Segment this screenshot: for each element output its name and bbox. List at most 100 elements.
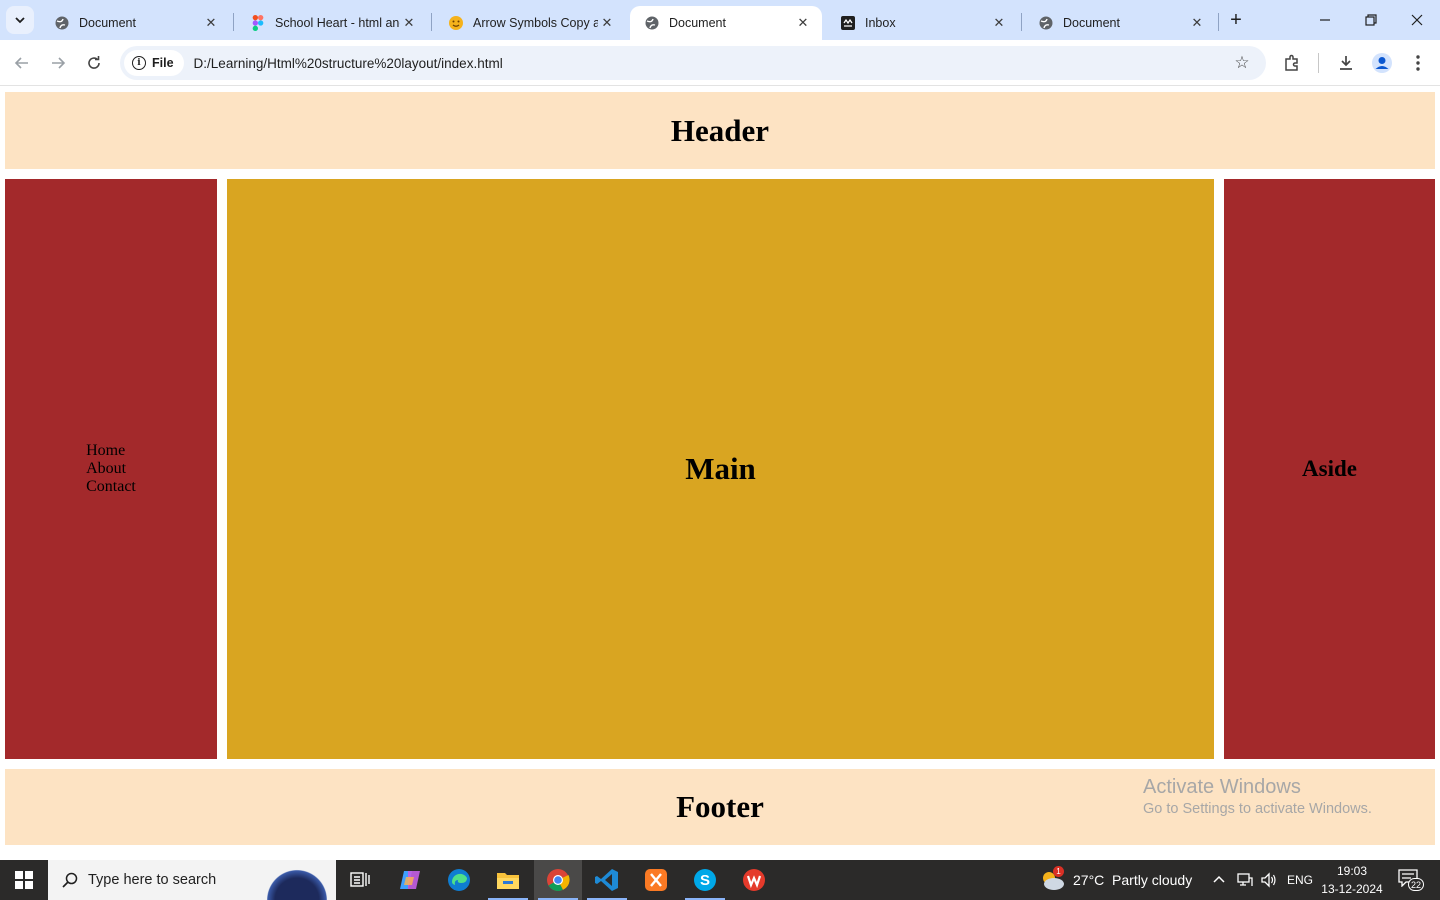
watermark-title: Activate Windows [1143,776,1301,798]
puzzle-icon [1285,54,1298,71]
taskbar-clock[interactable]: 19:03 13-12-2024 [1316,862,1388,898]
tab-document-active[interactable]: Document ✕ [630,6,822,40]
copilot-icon [400,871,420,889]
nav-item-contact[interactable]: Contact [86,478,136,496]
tab-inbox[interactable]: Inbox ✕ [826,6,1018,40]
nav-list: Home About Contact [86,442,136,496]
close-icon[interactable]: ✕ [400,14,418,32]
tab-document-1[interactable]: Document ✕ [40,6,230,40]
url-text[interactable]: D:/Learning/Html%20structure%20layout/in… [194,56,503,71]
weather-badge: 1 [1053,866,1064,877]
task-view-icon [350,872,370,887]
tab-divider [1021,13,1022,31]
network-icon [1237,873,1253,886]
tab-title: School Heart - html and [275,16,400,30]
skype-app[interactable]: S [681,860,729,900]
notification-center[interactable]: 22 [1398,860,1425,900]
more-vert-icon [1416,55,1420,71]
language-indicator[interactable]: ENG [1287,860,1313,900]
network-status[interactable] [1236,860,1254,900]
close-icon [1411,14,1423,26]
downloads-button[interactable] [1332,49,1360,77]
chrome-app[interactable] [534,860,582,900]
notification-icon: 22 [1398,869,1425,891]
forward-button[interactable] [44,49,72,77]
toolbar-divider [1318,53,1319,73]
inbox-icon [840,15,856,31]
chevron-down-icon [15,17,25,24]
new-tab-button[interactable]: + [1224,8,1248,32]
weather-text: 27°C Partly cloudy [1073,872,1193,888]
show-hidden-icons[interactable] [1212,860,1226,900]
tab-strip: Document ✕ School Heart - html and ✕ Arr… [0,0,1440,40]
folder-icon [497,873,519,889]
copilot-app[interactable] [386,860,434,900]
skype-icon: S [694,869,716,891]
edge-app[interactable] [435,860,483,900]
svg-text:S: S [700,872,710,889]
close-window-button[interactable] [1394,0,1440,40]
reload-button[interactable] [80,49,108,77]
vscode-icon [595,869,618,891]
taskbar: Type here to search S 1 27°C Partly clou… [0,860,1440,900]
globe-icon [644,15,660,31]
search-highlight-image [264,864,330,900]
tab-title: Document [1063,16,1120,30]
download-icon [1340,56,1352,70]
xampp-app[interactable] [632,860,680,900]
close-icon[interactable]: ✕ [1188,14,1206,32]
nav-item-home[interactable]: Home [86,442,136,460]
header-heading: Header [670,112,770,148]
main-heading: Main [685,451,756,486]
web-page: Header Home About Contact Main Aside Foo… [0,87,1440,860]
activate-windows-watermark: Activate Windows Go to Settings to activ… [1143,776,1372,817]
address-bar[interactable]: i File D:/Learning/Html%20structure%20la… [120,46,1266,80]
emoji-icon [448,15,464,31]
watermark-subtitle: Go to Settings to activate Windows. [1143,801,1372,817]
chrome-icon [547,869,570,891]
close-icon[interactable]: ✕ [990,14,1008,32]
back-button[interactable] [8,49,36,77]
wps-office-app[interactable] [730,860,778,900]
xampp-icon [645,869,667,891]
extensions-button[interactable] [1278,49,1306,77]
restore-button[interactable] [1348,0,1394,40]
taskbar-search[interactable]: Type here to search [48,860,336,900]
nav-item-about[interactable]: About [86,460,136,478]
volume-control[interactable] [1260,860,1278,900]
site-info-chip[interactable]: i File [124,50,184,76]
tab-arrow-symbols[interactable]: Arrow Symbols Copy an ✕ [434,6,626,40]
menu-button[interactable] [1404,49,1432,77]
bookmark-star-icon[interactable]: ☆ [1230,51,1254,75]
avatar-icon [1372,53,1392,73]
globe-icon [54,15,70,31]
file-explorer-app[interactable] [484,860,532,900]
close-icon[interactable]: ✕ [598,14,616,32]
tab-document-2[interactable]: Document ✕ [1024,6,1216,40]
search-placeholder: Type here to search [88,872,217,888]
page-nav: Home About Contact [5,179,217,759]
clock-date: 13-12-2024 [1321,882,1383,896]
minimize-button[interactable] [1302,0,1348,40]
site-chip-label: File [152,56,174,70]
wps-icon [743,869,765,891]
plus-icon: + [1230,8,1242,31]
edge-icon [448,869,470,891]
task-view-button[interactable] [336,860,384,900]
clock-time: 19:03 [1336,864,1368,878]
tab-divider [1218,13,1219,31]
reload-icon [88,56,100,69]
vscode-app[interactable] [583,860,631,900]
tab-school-heart[interactable]: School Heart - html and ✕ [236,6,428,40]
arrow-right-icon [52,57,66,69]
weather-cloud-icon: 1 [1040,866,1066,891]
close-icon[interactable]: ✕ [202,14,220,32]
weather-widget[interactable]: 1 27°C Partly cloudy [1040,860,1192,900]
profile-button[interactable] [1368,49,1396,77]
start-button[interactable] [0,860,48,900]
close-icon[interactable]: ✕ [794,14,812,32]
tab-search-button[interactable] [6,6,34,34]
figma-icon [250,15,266,31]
info-icon: i [132,56,146,70]
page-header: Header [5,92,1435,169]
